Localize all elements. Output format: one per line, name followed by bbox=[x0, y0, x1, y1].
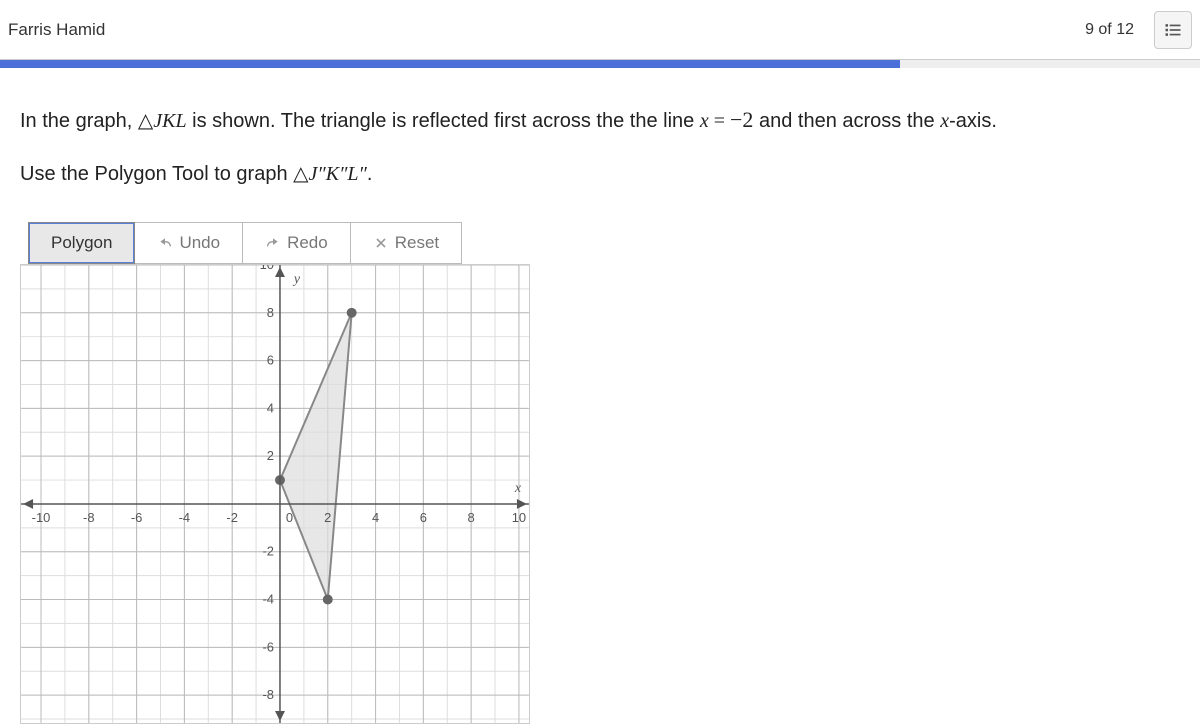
svg-text:6: 6 bbox=[420, 510, 427, 525]
svg-text:-2: -2 bbox=[262, 544, 274, 559]
triangle-JKL: △JKL bbox=[138, 110, 187, 132]
redo-button[interactable]: Redo bbox=[243, 222, 351, 264]
list-icon bbox=[1163, 20, 1183, 40]
header-bar: Farris Hamid 9 of 12 bbox=[0, 0, 1200, 60]
svg-text:4: 4 bbox=[267, 400, 274, 415]
student-name: Farris Hamid bbox=[8, 20, 105, 40]
svg-text:6: 6 bbox=[267, 353, 274, 368]
svg-text:4: 4 bbox=[372, 510, 379, 525]
reset-button[interactable]: Reset bbox=[351, 222, 462, 264]
svg-text:0: 0 bbox=[286, 510, 293, 525]
progress-bar bbox=[0, 60, 1200, 68]
progress-counter: 9 of 12 bbox=[1085, 21, 1134, 39]
polygon-tool-button[interactable]: Polygon bbox=[28, 222, 135, 264]
question-text: In the graph, △JKL is shown. The triangl… bbox=[20, 98, 1180, 194]
svg-text:8: 8 bbox=[267, 305, 274, 320]
undo-icon bbox=[157, 235, 173, 251]
progress-bar-fill bbox=[0, 60, 900, 68]
triangle-JppKppLpp: △J″K″L″ bbox=[293, 163, 367, 185]
graph-toolbar: Polygon Undo Redo Reset bbox=[28, 222, 1180, 264]
svg-text:-10: -10 bbox=[32, 510, 51, 525]
question-list-button[interactable] bbox=[1154, 11, 1192, 49]
svg-text:10: 10 bbox=[512, 510, 526, 525]
svg-text:2: 2 bbox=[267, 448, 274, 463]
svg-text:-8: -8 bbox=[262, 687, 274, 702]
svg-text:8: 8 bbox=[468, 510, 475, 525]
redo-icon bbox=[265, 235, 281, 251]
coordinate-plane[interactable]: -10-8-6-4-20246810-10-8-6-4-2246810xy bbox=[20, 264, 530, 724]
svg-text:2: 2 bbox=[324, 510, 331, 525]
svg-text:-4: -4 bbox=[179, 510, 191, 525]
svg-text:-4: -4 bbox=[262, 592, 274, 607]
svg-text:-6: -6 bbox=[131, 510, 143, 525]
question-content: In the graph, △JKL is shown. The triangl… bbox=[0, 68, 1200, 724]
svg-text:-8: -8 bbox=[83, 510, 95, 525]
svg-text:-6: -6 bbox=[262, 639, 274, 654]
undo-button[interactable]: Undo bbox=[135, 222, 243, 264]
svg-text:x: x bbox=[514, 481, 522, 496]
close-icon bbox=[373, 235, 389, 251]
svg-text:y: y bbox=[292, 272, 301, 287]
graph-svg: -10-8-6-4-20246810-10-8-6-4-2246810xy bbox=[21, 265, 529, 723]
svg-text:-2: -2 bbox=[226, 510, 238, 525]
svg-text:10: 10 bbox=[260, 265, 274, 272]
